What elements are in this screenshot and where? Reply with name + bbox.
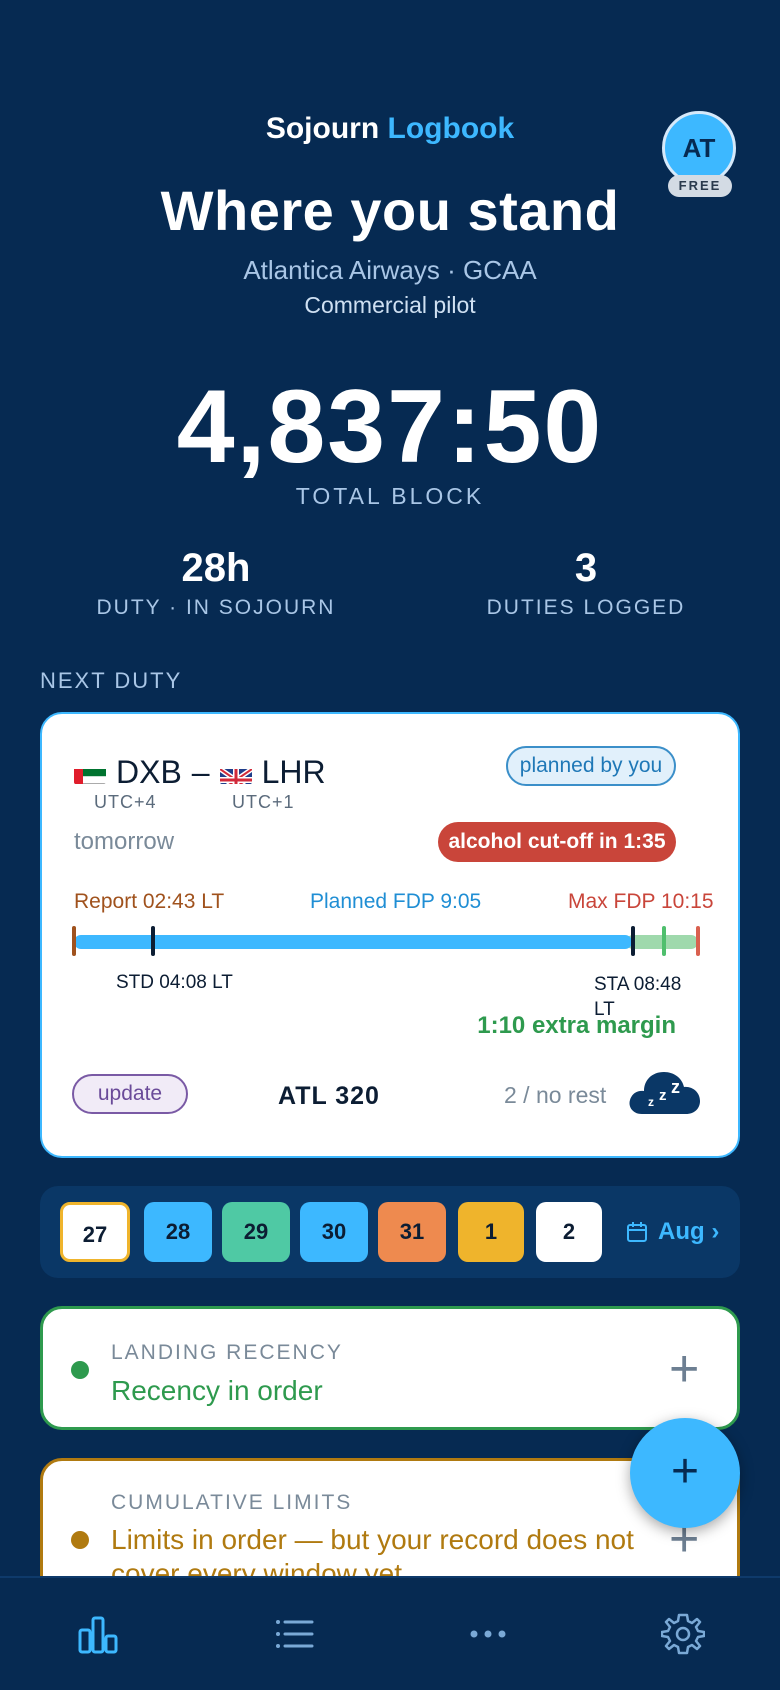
fdp-planned-bar — [74, 935, 632, 949]
avatar[interactable]: AT — [662, 111, 736, 185]
std-marker — [151, 926, 155, 956]
landing-recency-text: Recency in order — [111, 1375, 323, 1407]
route: DXB – LHR — [74, 754, 326, 791]
svg-text:z: z — [648, 1095, 654, 1109]
extra-margin: 1:10 extra margin — [462, 1012, 676, 1040]
status-dot — [71, 1361, 89, 1379]
origin-airport: DXB — [116, 754, 182, 791]
day-chip[interactable]: 27 — [60, 1202, 130, 1262]
uk-flag-icon — [220, 762, 252, 784]
uae-flag-icon — [74, 762, 106, 784]
cumulative-limits-title: CUMULATIVE LIMITS — [111, 1491, 352, 1515]
report-marker — [72, 926, 76, 956]
route-dash: – — [192, 754, 210, 791]
duties-logged-label: DUTIES LOGGED — [436, 596, 736, 620]
day-chip[interactable]: 29 — [222, 1202, 290, 1262]
margin-marker — [662, 926, 666, 956]
date-strip: 27 28 29 30 31 1 2 Aug › — [40, 1186, 740, 1278]
origin-utc: UTC+4 — [94, 792, 157, 813]
day-chip[interactable]: 2 — [536, 1202, 602, 1262]
duties-logged-value: 3 — [436, 546, 736, 591]
svg-text:z: z — [659, 1087, 667, 1104]
planned-fdp: Planned FDP 9:05 — [310, 890, 481, 914]
page-title: Where you stand — [0, 178, 780, 243]
sta-marker — [631, 926, 635, 956]
destination-utc: UTC+1 — [232, 792, 295, 813]
chart-icon[interactable] — [76, 1612, 120, 1656]
fdp-timeline — [72, 924, 704, 958]
brand-name: Sojourn — [266, 112, 379, 145]
max-fdp: Max FDP 10:15 — [568, 890, 714, 914]
duty-hours-value: 28h — [66, 546, 366, 591]
duty-when: tomorrow — [74, 828, 174, 856]
total-block-value: 4,837:50 — [0, 368, 780, 487]
svg-text:z: z — [671, 1077, 680, 1097]
month-link-label: Aug › — [658, 1202, 719, 1262]
std-time: STD 04:08 LT — [116, 972, 233, 994]
list-icon[interactable] — [272, 1612, 316, 1656]
planned-by-you-badge: planned by you — [506, 746, 676, 786]
sleep-cloud-icon[interactable]: z z z — [628, 1060, 702, 1116]
rest-info: 2 / no rest — [504, 1082, 606, 1109]
next-duty-card[interactable]: DXB – LHR UTC+4 UTC+1 planned by you tom… — [40, 712, 740, 1158]
alcohol-cutoff-badge: alcohol cut-off in 1:35 — [438, 822, 676, 862]
landing-recency-title: LANDING RECENCY — [111, 1341, 343, 1365]
day-chip[interactable]: 28 — [144, 1202, 212, 1262]
aircraft-type: ATL 320 — [278, 1082, 380, 1111]
report-time: Report 02:43 LT — [74, 890, 224, 914]
day-chip[interactable]: 30 — [300, 1202, 368, 1262]
duty-hours-label: DUTY · IN SOJOURN — [66, 596, 366, 620]
settings-icon[interactable] — [661, 1612, 705, 1656]
more-icon[interactable] — [466, 1612, 510, 1656]
landing-recency-card[interactable]: LANDING RECENCY Recency in order + — [40, 1306, 740, 1430]
day-chip[interactable]: 1 — [458, 1202, 524, 1262]
day-chip[interactable]: 31 — [378, 1202, 446, 1262]
update-button[interactable]: update — [72, 1074, 188, 1114]
airline-authority: Atlantica Airways · GCAA — [0, 255, 780, 286]
add-fab-button[interactable]: + — [630, 1418, 740, 1528]
add-landing-icon[interactable]: + — [669, 1343, 699, 1395]
bottom-nav — [0, 1576, 780, 1690]
calendar-icon — [626, 1221, 648, 1243]
brand-product: Logbook — [388, 112, 515, 145]
destination-airport: LHR — [262, 754, 326, 791]
status-dot — [71, 1531, 89, 1549]
month-link[interactable]: Aug › — [626, 1202, 719, 1262]
max-fdp-marker — [696, 926, 700, 956]
total-block-label: TOTAL BLOCK — [0, 483, 780, 510]
pilot-role: Commercial pilot — [0, 292, 780, 319]
next-duty-heading: NEXT DUTY — [40, 668, 182, 694]
